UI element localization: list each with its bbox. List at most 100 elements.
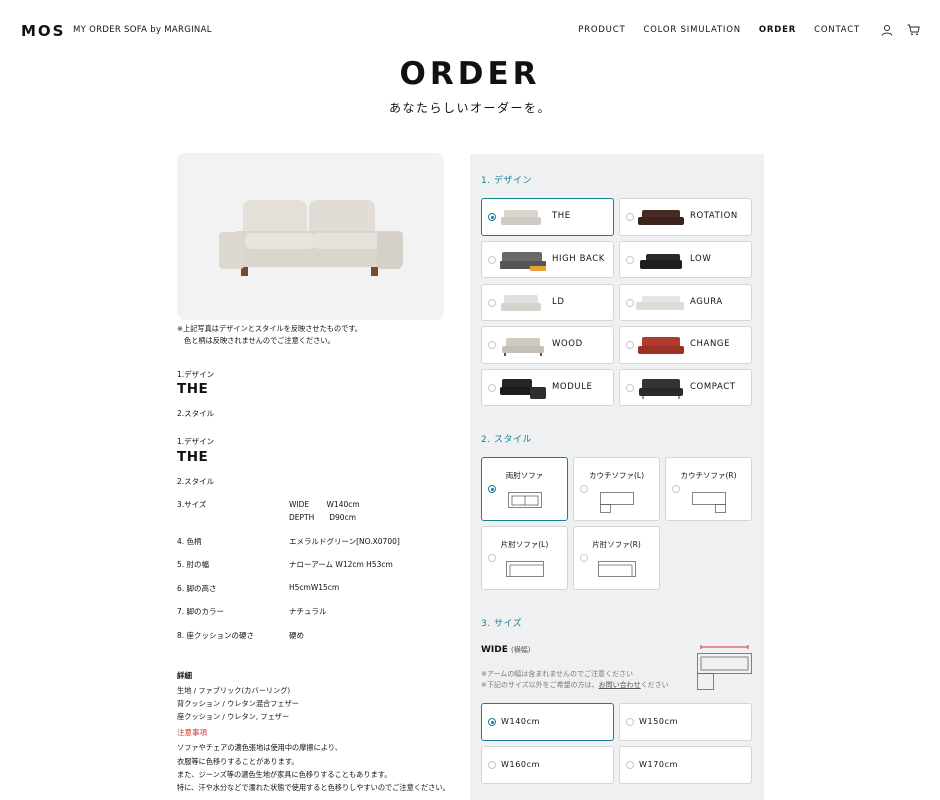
sofa-preview-image xyxy=(177,153,444,320)
style-radio[interactable] xyxy=(580,485,588,493)
size-wide-label: WIDE xyxy=(481,645,508,655)
nav-product[interactable]: PRODUCT xyxy=(578,25,625,35)
design-radio[interactable] xyxy=(488,341,496,349)
style-option-label: 片肘ソファ(L) xyxy=(500,540,549,549)
style-option-couch-left[interactable]: カウチソファ(L) xyxy=(573,457,660,521)
spec-leg-height-value: H5cmW15cm xyxy=(289,583,340,592)
design-option-label: HIGH BACK xyxy=(552,254,605,264)
summary-design-value: THE xyxy=(177,449,209,465)
style-option-one-arm-right[interactable]: 片肘ソファ(R) xyxy=(573,526,660,590)
style-radio[interactable] xyxy=(672,485,680,493)
design-radio[interactable] xyxy=(488,256,496,264)
site-logo[interactable]: MOS xyxy=(21,22,65,40)
nav-color-simulation[interactable]: COLOR SIMULATION xyxy=(643,25,740,35)
size-option-label: W140cm xyxy=(501,717,540,726)
design-option-label: WOOD xyxy=(552,339,583,349)
size-option-w160[interactable]: W160cm xyxy=(481,746,614,784)
sofa-couch-right-icon xyxy=(691,492,726,513)
detail-line: 背クッション / ウレタン混合フェザー xyxy=(177,699,299,708)
summary-style-label: 2.スタイル xyxy=(177,477,215,486)
style-radio[interactable] xyxy=(488,554,496,562)
style-option-one-arm-left[interactable]: 片肘ソファ(L) xyxy=(481,526,568,590)
main-nav: PRODUCT COLOR SIMULATION ORDER CONTACT xyxy=(578,25,860,35)
size-note-contact: ※下記のサイズ以外をご希望の方は、お問い合わせください xyxy=(481,681,669,689)
detail-line: 座クッション / ウレタン, フェザー xyxy=(177,712,290,721)
size-option-label: W170cm xyxy=(639,760,678,769)
details-title: 詳細 xyxy=(177,671,192,680)
spec-leg-height-label: 6. 脚の高さ xyxy=(177,584,217,593)
size-option-label: W150cm xyxy=(639,717,678,726)
caution-line: 特に、汗や水分などで濡れた状態で使用すると色移りしやすいのでご注意ください。 xyxy=(177,783,450,792)
style-option-label: カウチソファ(L) xyxy=(588,471,645,480)
page-title: ORDER xyxy=(399,56,541,92)
sofa-thumb-rotation xyxy=(638,210,684,225)
size-radio[interactable] xyxy=(626,761,634,769)
style-option-label: カウチソファ(R) xyxy=(680,471,737,480)
nav-contact[interactable]: CONTACT xyxy=(814,25,860,35)
design-option-label: MODULE xyxy=(552,382,593,392)
design-option-label: CHANGE xyxy=(690,339,731,349)
size-option-w170[interactable]: W170cm xyxy=(619,746,752,784)
style-option-label: 片肘ソファ(R) xyxy=(592,540,641,549)
design-option-change[interactable]: CHANGE xyxy=(619,326,752,364)
design-option-ld[interactable]: LD xyxy=(481,284,614,321)
design-option-label: LD xyxy=(552,297,565,307)
size-radio[interactable] xyxy=(488,761,496,769)
page-subtitle: あなたらしいオーダーを。 xyxy=(388,101,551,115)
spec-leg-color-value: ナチュラル xyxy=(289,607,327,616)
style-option-couch-right[interactable]: カウチソファ(R) xyxy=(665,457,752,521)
spec-size-depth: DEPTH D90cm xyxy=(289,513,357,522)
design-option-high-back[interactable]: HIGH BACK xyxy=(481,241,614,278)
design-radio[interactable] xyxy=(488,213,496,221)
sofa-couch-left-icon xyxy=(599,492,634,513)
design-radio[interactable] xyxy=(626,384,634,392)
design-option-the[interactable]: THE xyxy=(481,198,614,236)
photo-note: ※上記写真はデザインとスタイルを反映させたものです。 色と柄は反映されませんので… xyxy=(177,324,362,345)
caution-line: 衣服等に色移りすることがあります。 xyxy=(177,757,299,766)
design-option-agura[interactable]: AGURA xyxy=(619,284,752,321)
summary-design-label: 1.デザイン xyxy=(177,370,215,379)
site-header: MOS MY ORDER SOFA by MARGINAL PRODUCT CO… xyxy=(0,0,940,62)
design-radio[interactable] xyxy=(626,256,634,264)
spec-size-wide: WIDE W140cm xyxy=(289,500,360,509)
design-radio[interactable] xyxy=(626,213,634,221)
size-radio[interactable] xyxy=(488,718,496,726)
design-radio[interactable] xyxy=(488,384,496,392)
design-section-title: 1. デザイン xyxy=(481,176,532,186)
style-section-title: 2. スタイル xyxy=(481,435,532,445)
cart-icon[interactable] xyxy=(907,24,920,36)
sofa-thumb-compact xyxy=(639,379,683,399)
style-radio[interactable] xyxy=(580,554,588,562)
design-option-module[interactable]: MODULE xyxy=(481,369,614,406)
spec-arm-label: 5. 肘の幅 xyxy=(177,560,210,569)
design-option-low[interactable]: LOW xyxy=(619,241,752,278)
design-radio[interactable] xyxy=(626,299,634,307)
summary-design-value: THE xyxy=(177,381,209,397)
nav-order[interactable]: ORDER xyxy=(759,25,796,35)
contact-link[interactable]: お問い合わせ xyxy=(599,681,641,689)
summary-design-label: 1.デザイン xyxy=(177,437,215,446)
size-option-w140[interactable]: W140cm xyxy=(481,703,614,741)
sofa-thumb-agura xyxy=(636,296,684,310)
design-option-label: THE xyxy=(552,211,571,221)
design-radio[interactable] xyxy=(488,299,496,307)
summary-style-label: 2.スタイル xyxy=(177,409,215,418)
sofa-both-arms-icon xyxy=(507,492,542,508)
sofa-illustration xyxy=(219,200,403,276)
detail-line: 生地 / ファブリック(カバーリング) xyxy=(177,686,291,695)
spec-size-label: 3.サイズ xyxy=(177,500,207,509)
design-option-rotation[interactable]: ROTATION xyxy=(619,198,752,236)
size-note-arm: ※アームの幅は含まれませんのでご注意ください xyxy=(481,670,634,678)
spec-cushion-value: 硬め xyxy=(289,631,304,640)
design-option-compact[interactable]: COMPACT xyxy=(619,369,752,406)
size-radio[interactable] xyxy=(626,718,634,726)
design-option-wood[interactable]: WOOD xyxy=(481,326,614,364)
style-radio[interactable] xyxy=(488,485,496,493)
sofa-thumb-high-back xyxy=(500,252,546,271)
sofa-thumb-ld xyxy=(501,295,541,311)
user-icon[interactable] xyxy=(881,24,893,36)
style-option-both-arms[interactable]: 両肘ソファ xyxy=(481,457,568,521)
design-radio[interactable] xyxy=(626,341,634,349)
size-option-w150[interactable]: W150cm xyxy=(619,703,752,741)
caution-line: また、ジーンズ等の濃色生地が家具に色移りすることもあります。 xyxy=(177,770,392,779)
